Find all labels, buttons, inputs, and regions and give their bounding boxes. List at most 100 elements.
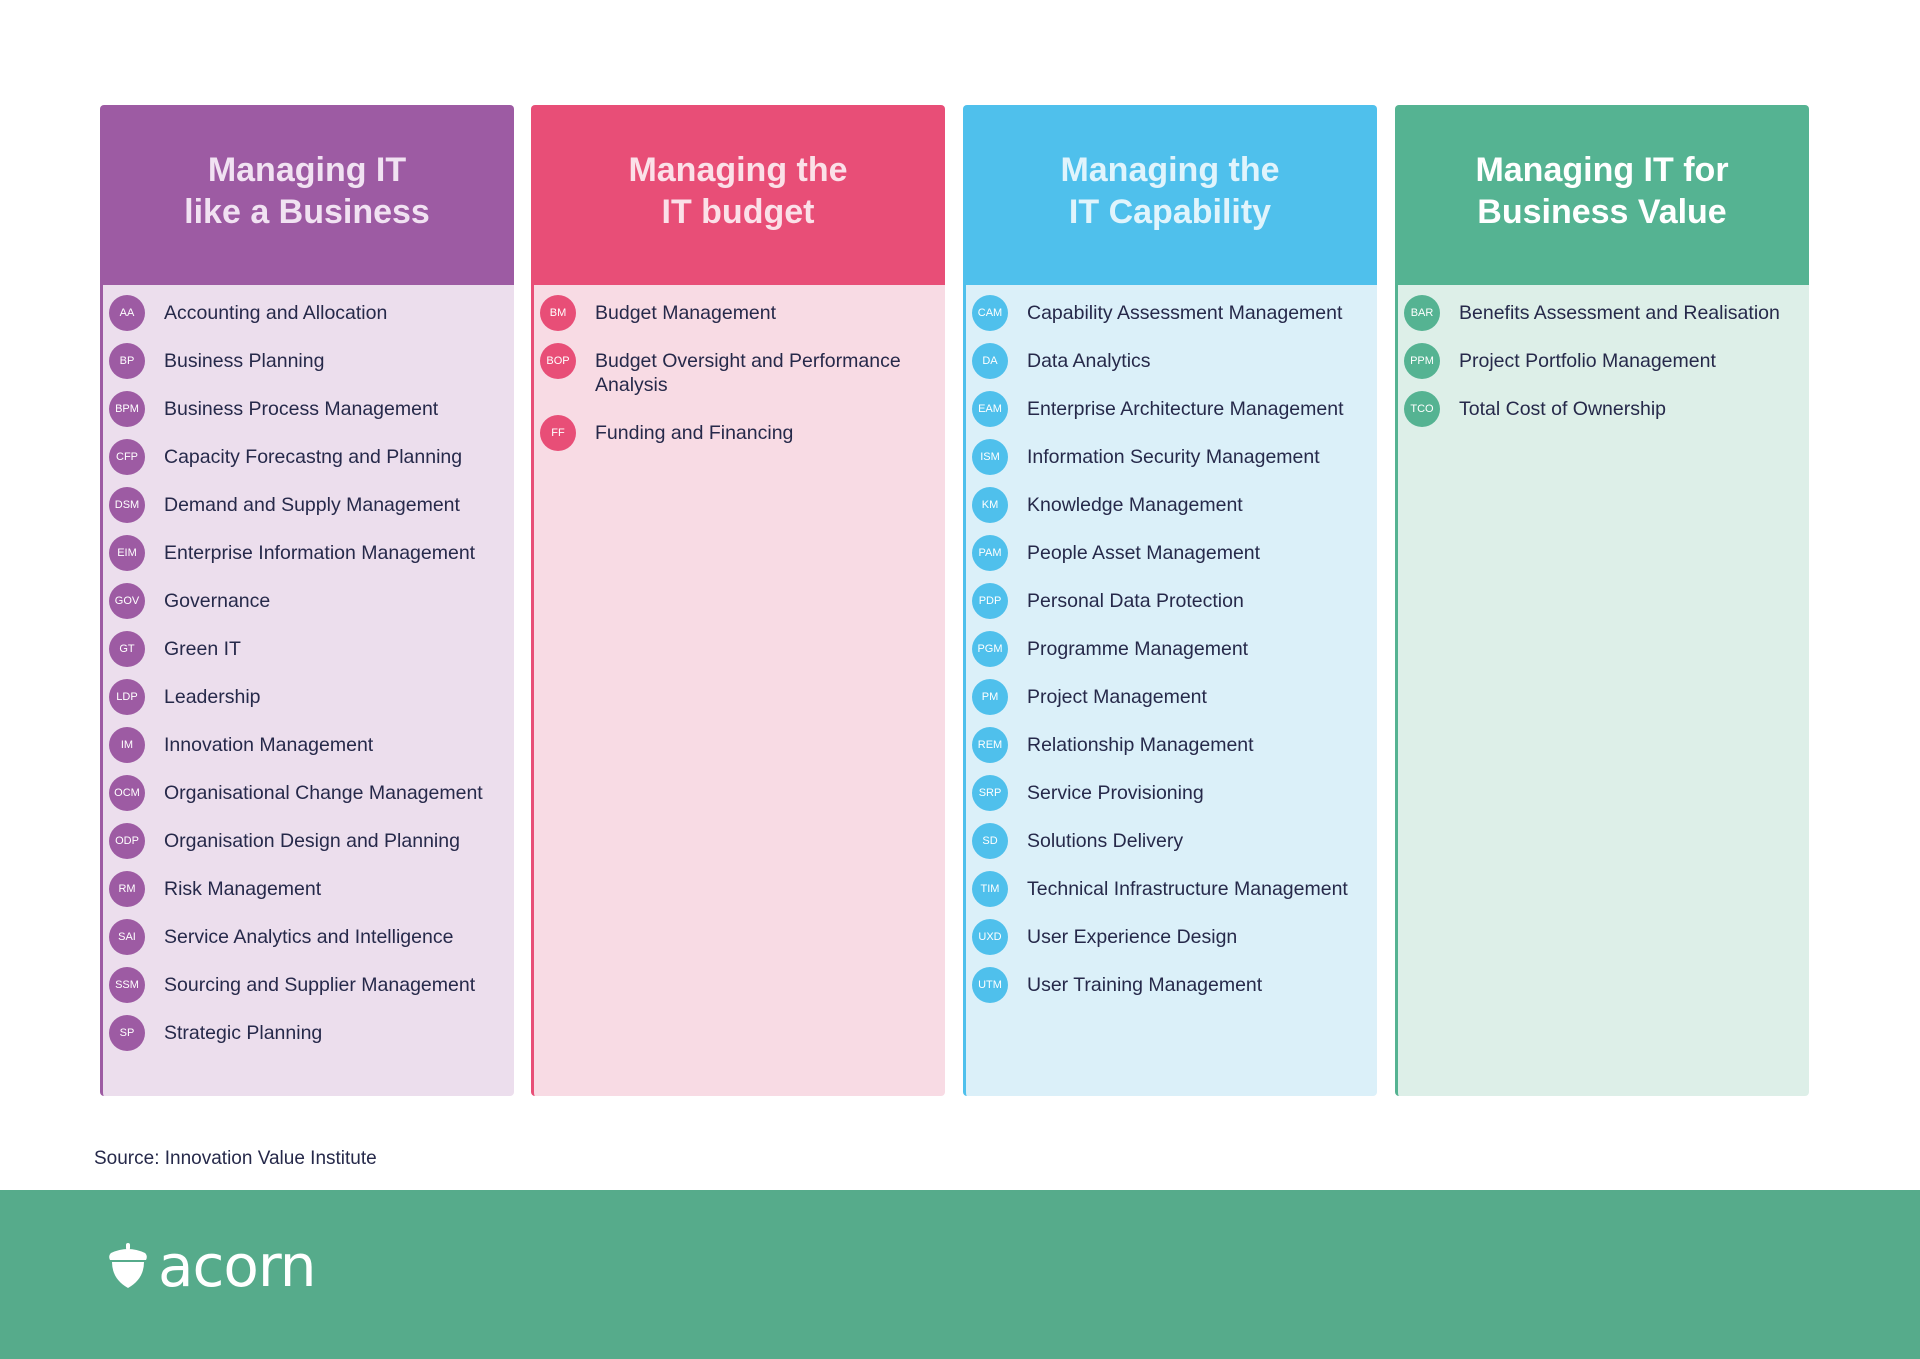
list-item: PM Project Management — [966, 679, 1377, 727]
abbreviation-badge: BAR — [1404, 295, 1440, 331]
abbreviation-badge: BP — [109, 343, 145, 379]
source-note: Source: Innovation Value Institute — [94, 1148, 377, 1169]
list-item: PDP Personal Data Protection — [966, 583, 1377, 631]
abbreviation-badge: TCO — [1404, 391, 1440, 427]
abbreviation-badge: SP — [109, 1015, 145, 1051]
column-header: Managing the IT budget — [531, 105, 945, 285]
column-managing-it-capability: Managing the IT Capability CAM Capabilit… — [963, 105, 1377, 1096]
column-title: Managing the IT Capability — [1060, 151, 1280, 231]
list-item: PPM Project Portfolio Management — [1398, 343, 1809, 391]
item-label: Accounting and Allocation — [164, 302, 388, 324]
list-item: SAI Service Analytics and Intelligence — [103, 919, 514, 967]
item-label: Business Planning — [164, 350, 325, 372]
abbreviation-badge: TIM — [972, 871, 1008, 907]
item-label: Enterprise Information Management — [164, 542, 476, 564]
list-item: GOV Governance — [103, 583, 514, 631]
item-label: Data Analytics — [1027, 350, 1151, 372]
list-item: IM Innovation Management — [103, 727, 514, 775]
abbreviation-badge: AA — [109, 295, 145, 331]
abbreviation-badge: PPM — [1404, 343, 1440, 379]
abbreviation-badge: PGM — [972, 631, 1008, 667]
list-item: ODP Organisation Design and Planning — [103, 823, 514, 871]
list-item: KM Knowledge Management — [966, 487, 1377, 535]
abbreviation-badge: GT — [109, 631, 145, 667]
column-title: Managing IT like a Business — [184, 151, 430, 231]
abbreviation-badge: SSM — [109, 967, 145, 1003]
column-managing-it-business-value: Managing IT for Business Value BAR Benef… — [1395, 105, 1809, 1096]
item-label: Green IT — [164, 638, 241, 660]
list-item: OCM Organisational Change Management — [103, 775, 514, 823]
list-item: AA Accounting and Allocation — [103, 295, 514, 343]
list-item: BM Budget Management — [534, 295, 945, 343]
column-title: Managing the IT budget — [628, 151, 848, 231]
list-item: EIM Enterprise Information Management — [103, 535, 514, 583]
list-item: UTM User Training Management — [966, 967, 1377, 1015]
item-label: Knowledge Management — [1027, 494, 1243, 516]
abbreviation-badge: CAM — [972, 295, 1008, 331]
list-item: DSM Demand and Supply Management — [103, 487, 514, 535]
acorn-logo: acorn — [108, 1232, 317, 1300]
abbreviation-badge: REM — [972, 727, 1008, 763]
list-item: SP Strategic Planning — [103, 1015, 514, 1063]
abbreviation-badge: UXD — [972, 919, 1008, 955]
list-item: BPM Business Process Management — [103, 391, 514, 439]
list-item: BP Business Planning — [103, 343, 514, 391]
item-label: Organisational Change Management — [164, 782, 483, 804]
list-item: SRP Service Provisioning — [966, 775, 1377, 823]
abbreviation-badge: ODP — [109, 823, 145, 859]
abbreviation-badge: LDP — [109, 679, 145, 715]
item-label: Service Provisioning — [1027, 782, 1204, 804]
item-label: Sourcing and Supplier Management — [164, 974, 476, 996]
list-item: GT Green IT — [103, 631, 514, 679]
list-item: CFP Capacity Forecastng and Planning — [103, 439, 514, 487]
item-label: Risk Management — [164, 878, 322, 900]
abbreviation-badge: KM — [972, 487, 1008, 523]
item-label: Information Security Management — [1027, 446, 1320, 468]
abbreviation-badge: UTM — [972, 967, 1008, 1003]
column-body: AA Accounting and Allocation BP Business… — [100, 285, 514, 1096]
column-body: CAM Capability Assessment Management DA … — [963, 285, 1377, 1096]
item-label: Governance — [164, 590, 271, 612]
list-item: REM Relationship Management — [966, 727, 1377, 775]
item-label: People Asset Management — [1027, 542, 1261, 564]
abbreviation-badge: RM — [109, 871, 145, 907]
list-item: DA Data Analytics — [966, 343, 1377, 391]
list-item: PAM People Asset Management — [966, 535, 1377, 583]
column-body: BAR Benefits Assessment and Realisation … — [1395, 285, 1809, 1096]
item-label: Budget Management — [595, 302, 777, 324]
abbreviation-badge: SD — [972, 823, 1008, 859]
abbreviation-badge: DA — [972, 343, 1008, 379]
item-label: Personal Data Protection — [1027, 590, 1244, 612]
item-label: Benefits Assessment and Realisation — [1459, 302, 1780, 324]
list-item: PGM Programme Management — [966, 631, 1377, 679]
item-label: Project Management — [1027, 686, 1207, 708]
abbreviation-badge: PDP — [972, 583, 1008, 619]
abbreviation-badge: OCM — [109, 775, 145, 811]
list-item: CAM Capability Assessment Management — [966, 295, 1377, 343]
item-label: User Training Management — [1027, 974, 1263, 996]
list-item: BAR Benefits Assessment and Realisation — [1398, 295, 1809, 343]
item-label: Funding and Financing — [595, 422, 794, 444]
abbreviation-badge: IM — [109, 727, 145, 763]
abbreviation-badge: SRP — [972, 775, 1008, 811]
column-managing-it-like-a-business: Managing IT like a Business AA Accountin… — [100, 105, 514, 1096]
column-header: Managing IT like a Business — [100, 105, 514, 285]
item-label: Budget Oversight and Performance Analysi… — [595, 350, 901, 396]
item-label: Programme Management — [1027, 638, 1249, 660]
item-label: Capability Assessment Management — [1027, 302, 1343, 324]
item-label: Business Process Management — [164, 398, 439, 420]
item-label: Project Portfolio Management — [1459, 350, 1716, 372]
abbreviation-badge: BM — [540, 295, 576, 331]
item-label: Technical Infrastructure Management — [1027, 878, 1348, 900]
list-item: TCO Total Cost of Ownership — [1398, 391, 1809, 439]
item-label: Service Analytics and Intelligence — [164, 926, 454, 948]
list-item: TIM Technical Infrastructure Management — [966, 871, 1377, 919]
item-label: Solutions Delivery — [1027, 830, 1184, 852]
column-managing-it-budget: Managing the IT budget BM Budget Managem… — [531, 105, 945, 1096]
abbreviation-badge: EAM — [972, 391, 1008, 427]
list-item: LDP Leadership — [103, 679, 514, 727]
item-label: Innovation Management — [164, 734, 374, 756]
item-label: Strategic Planning — [164, 1022, 323, 1044]
list-item: RM Risk Management — [103, 871, 514, 919]
item-label: Total Cost of Ownership — [1459, 398, 1667, 420]
